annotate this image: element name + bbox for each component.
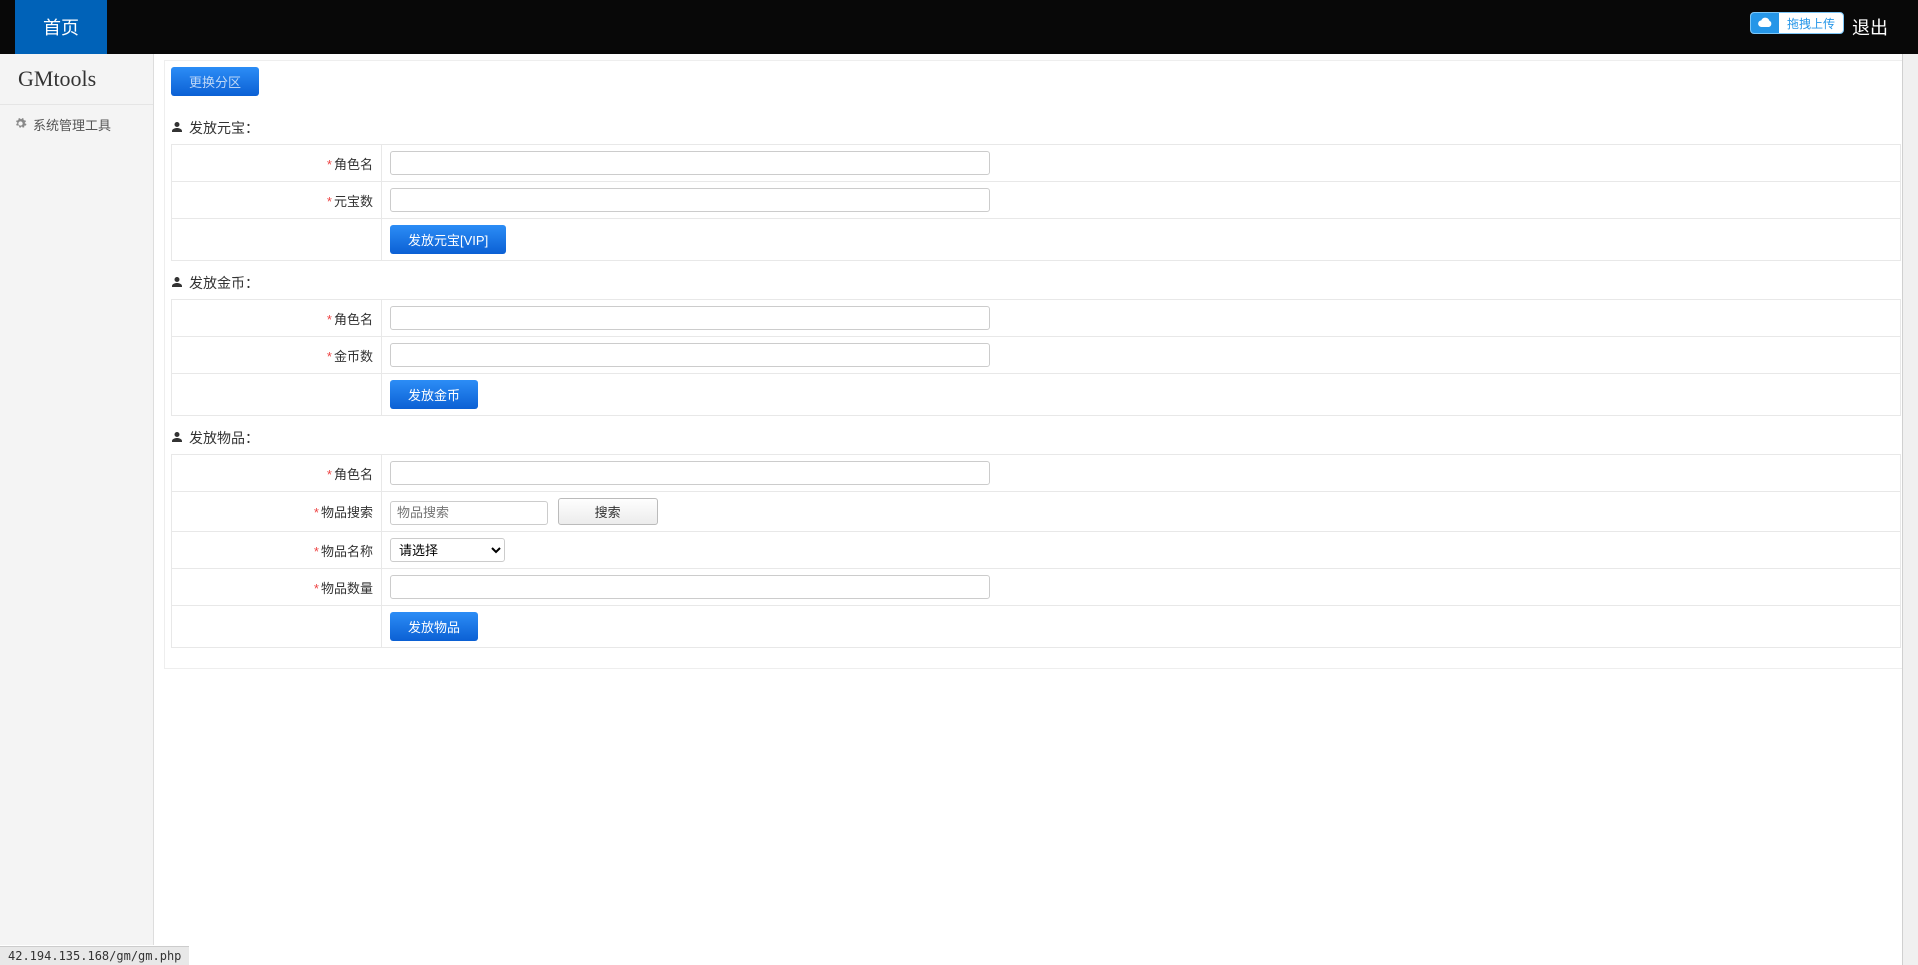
gold-submit-button[interactable]: 发放金币	[390, 380, 478, 409]
label-gold-amount: 金币数	[334, 349, 373, 364]
person-icon	[171, 430, 183, 446]
item-search-input[interactable]	[390, 501, 548, 525]
label-gold-role-name: 角色名	[334, 312, 373, 327]
person-icon	[171, 120, 183, 136]
yuanbao-form: *角色名 *元宝数 发放元宝[VIP]	[171, 144, 1901, 261]
section-gold-title: 发放金币：	[189, 273, 259, 293]
label-yuanbao-amount: 元宝数	[334, 194, 373, 209]
yuanbao-role-name-input[interactable]	[390, 151, 990, 175]
section-item: 发放物品： *角色名 *物品搜索 搜索 *物品	[171, 428, 1901, 648]
sidebar-item-system-tools[interactable]: 系统管理工具	[0, 105, 153, 144]
content-panel: 更换分区 发放元宝： *角色名 *元宝数	[164, 60, 1908, 669]
section-gold-head: 发放金币：	[171, 273, 1901, 293]
zone-switch-button[interactable]: 更换分区	[171, 67, 259, 96]
content: 更换分区 发放元宝： *角色名 *元宝数	[154, 54, 1918, 945]
label-item-search: 物品搜索	[321, 505, 373, 520]
top-navbar: 首页 admin 退出	[0, 0, 1918, 54]
section-gold: 发放金币： *角色名 *金币数 发放金币	[171, 273, 1901, 416]
item-form: *角色名 *物品搜索 搜索 *物品名称	[171, 454, 1901, 648]
scrollbar[interactable]	[1902, 0, 1918, 965]
gear-icon	[14, 117, 27, 133]
upload-badge[interactable]: 拖拽上传	[1750, 12, 1844, 34]
sidebar-item-label: 系统管理工具	[33, 115, 111, 134]
label-item-name: 物品名称	[321, 544, 373, 559]
section-item-head: 发放物品：	[171, 428, 1901, 448]
nav-home[interactable]: 首页	[15, 0, 107, 54]
item-submit-button[interactable]: 发放物品	[390, 612, 478, 641]
yuanbao-submit-button[interactable]: 发放元宝[VIP]	[390, 225, 506, 254]
gold-role-name-input[interactable]	[390, 306, 990, 330]
nav-logout-label: 退出	[1852, 18, 1888, 38]
gold-amount-input[interactable]	[390, 343, 990, 367]
cloud-icon	[1751, 13, 1779, 33]
label-item-role-name: 角色名	[334, 467, 373, 482]
yuanbao-amount-input[interactable]	[390, 188, 990, 212]
label-item-quantity: 物品数量	[321, 581, 373, 596]
nav-logout[interactable]: 退出	[1852, 14, 1888, 40]
section-yuanbao-head: 发放元宝：	[171, 118, 1901, 138]
section-yuanbao: 发放元宝： *角色名 *元宝数 发放元宝[VIP]	[171, 118, 1901, 261]
person-icon	[171, 275, 183, 291]
zone-switch-label: 更换分区	[189, 75, 241, 90]
status-bar-text: 42.194.135.168/gm/gm.php	[8, 949, 181, 963]
section-item-title: 发放物品：	[189, 428, 259, 448]
gold-form: *角色名 *金币数 发放金币	[171, 299, 1901, 416]
upload-badge-text: 拖拽上传	[1779, 13, 1843, 33]
status-bar: 42.194.135.168/gm/gm.php	[0, 946, 189, 965]
main-layout: GMtools 系统管理工具 更换分区 发放元宝：	[0, 54, 1918, 945]
nav-home-label: 首页	[43, 14, 79, 40]
item-search-button[interactable]: 搜索	[558, 498, 658, 525]
section-yuanbao-title: 发放元宝：	[189, 118, 259, 138]
sidebar: GMtools 系统管理工具	[0, 54, 154, 945]
item-name-select[interactable]: 请选择	[390, 538, 505, 562]
label-role-name: 角色名	[334, 157, 373, 172]
sidebar-brand: GMtools	[0, 54, 153, 105]
item-role-name-input[interactable]	[390, 461, 990, 485]
item-quantity-input[interactable]	[390, 575, 990, 599]
